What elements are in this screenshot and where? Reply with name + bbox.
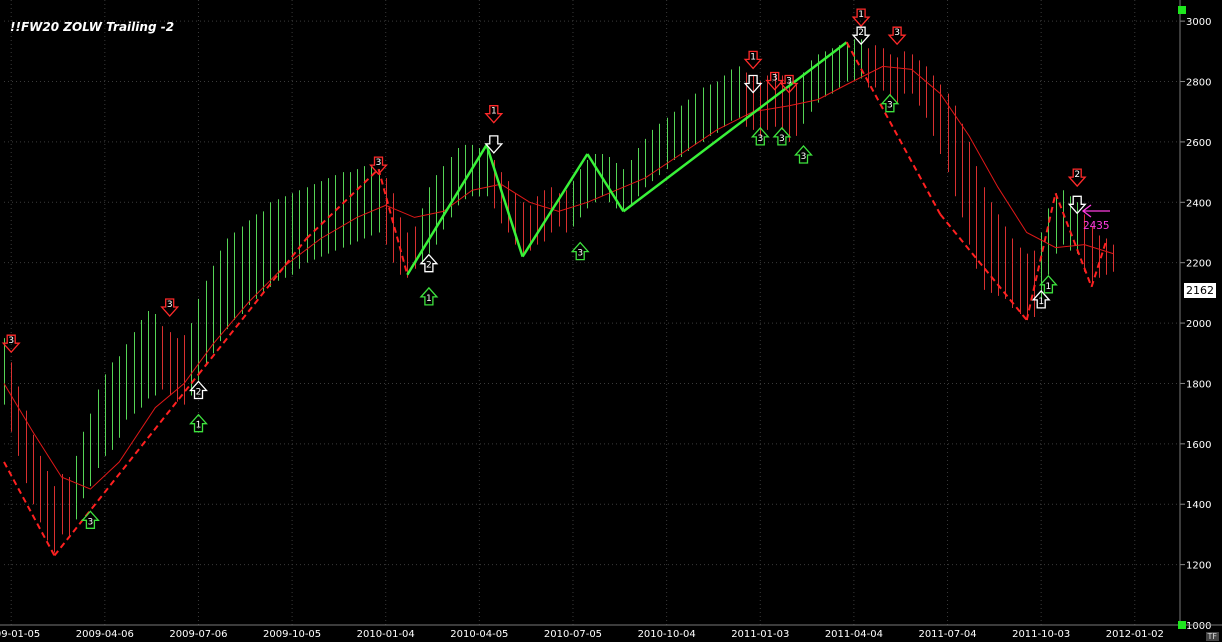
x-tick-label: 2011-10-03 [1012,629,1070,640]
y-tick-label: 2600 [1186,138,1211,149]
marker-label: 1 [426,294,432,304]
marker-label: 3 [772,74,778,84]
marker-label: 1 [858,10,864,20]
y-tick-label: 2400 [1186,198,1211,209]
y-tick-label: 1400 [1186,500,1211,511]
x-tick-label: 2011-01-03 [731,629,789,640]
y-tick-label: 1200 [1186,561,1211,572]
marker-label: 1 [750,52,756,62]
marker-label: 2 [426,261,432,271]
y-tick-label: 2000 [1186,319,1211,330]
marker-label: 2 [1074,170,1080,180]
scroll-bottom-handle[interactable] [1178,621,1186,629]
marker-label: 3 [88,517,94,527]
marker-label: 3 [887,101,893,111]
timeframe-label[interactable]: TF [1205,632,1219,641]
x-tick-label: 2010-07-05 [544,629,602,640]
marker-label: 3 [167,300,173,310]
marker-label: 3 [757,134,763,144]
y-tick-label: 3000 [1186,17,1211,28]
marker-label: 1 [196,421,202,431]
y-tick-label: 2200 [1186,259,1211,270]
x-tick-label: 2009-04-06 [76,629,134,640]
y-tick-label: 1600 [1186,440,1211,451]
x-tick-label: 2010-01-04 [357,629,415,640]
marker-label: 3 [8,336,14,346]
x-tick-label: 2011-07-04 [918,629,976,640]
x-tick-label: 2012-01-02 [1106,629,1164,640]
last-price-tag: 2162 [1184,283,1216,298]
x-tick-label: 2009-07-06 [169,629,227,640]
marker-label: 1 [491,107,497,117]
x-tick-label: 2010-10-04 [638,629,696,640]
marker-label: 3 [801,152,807,162]
marker-label: 2 [858,28,864,38]
y-tick-label: 2800 [1186,78,1211,89]
marker-label: 3 [894,28,900,38]
y-tick-label: 1000 [1186,621,1211,632]
x-tick-label: 2009-01-05 [0,629,40,640]
y-tick-label: 1800 [1186,379,1211,390]
marker-label: 1 [1046,282,1052,292]
marker-label: 2 [196,388,202,398]
price-annotation: 2435 [1083,219,1110,232]
chart-title: !!FW20 ZOLW Trailing -2 [10,20,175,34]
scroll-top-handle[interactable] [1178,6,1186,14]
marker-label: 3 [376,158,382,168]
price-chart: 33321321131333331233112 1000120014001600… [0,0,1222,642]
marker-label: 1 [1038,297,1044,307]
x-tick-label: 2011-04-04 [825,629,883,640]
marker-label: 3 [577,249,583,259]
marker-label: 3 [779,134,785,144]
x-tick-label: 2010-04-05 [450,629,508,640]
marker-label: 3 [786,77,792,87]
x-tick-label: 2009-10-05 [263,629,321,640]
